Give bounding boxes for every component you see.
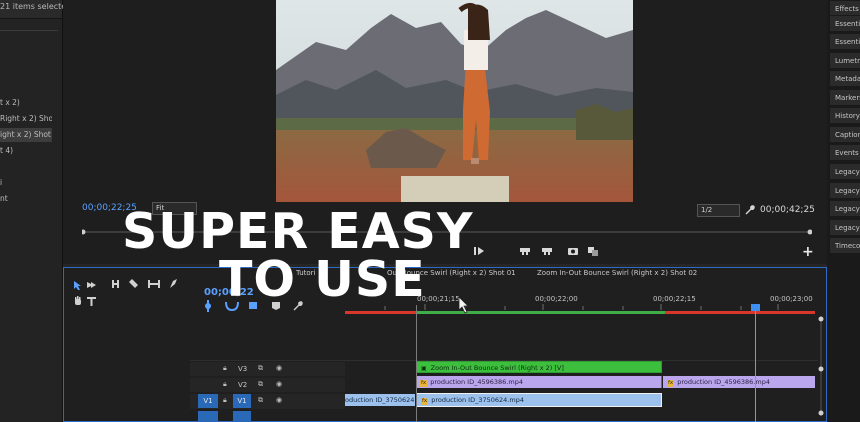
- camera-icon: [568, 248, 578, 255]
- project-panel: 21 items selected t x 2) Right x 2) Shot…: [0, 0, 71, 422]
- video-frame-image: [276, 0, 633, 202]
- compare-icon: [588, 247, 598, 256]
- sync-lock-icon[interactable]: ⧉: [258, 396, 263, 405]
- add-button-icon[interactable]: +: [802, 244, 814, 260]
- track-target-v1[interactable]: V1: [233, 394, 251, 408]
- type-tool-icon[interactable]: [86, 296, 97, 307]
- eye-icon[interactable]: ◉: [276, 396, 282, 404]
- track-label-v2: V2: [238, 381, 248, 389]
- clip-v2-a[interactable]: fx production ID_4596386.mp4: [416, 376, 662, 388]
- transport-controls: [474, 247, 598, 256]
- ruler-label: 00;00;22;15: [653, 295, 696, 303]
- fx-badge: fx: [421, 398, 429, 405]
- panel-tab-legacy-4[interactable]: Legacy: [830, 219, 860, 235]
- playhead-handle[interactable]: [751, 304, 760, 311]
- ruler-label: 00;00;23;00: [770, 295, 813, 303]
- sequence-tab-shot02[interactable]: Zoom In-Out Bounce Swirl (Right x 2) Sho…: [537, 269, 697, 277]
- track-target-a1[interactable]: [233, 411, 251, 422]
- video-preview: [276, 0, 633, 202]
- panel-tab-lumetri[interactable]: Lumetri: [830, 52, 860, 68]
- divider: [0, 30, 58, 31]
- wrench-icon[interactable]: [745, 205, 755, 215]
- panel-tab-legacy-3[interactable]: Legacy: [830, 200, 860, 216]
- project-list-item[interactable]: t 4): [0, 144, 52, 158]
- fx-badge: fx: [420, 380, 428, 387]
- track-area: 🔒︎ V3 ⧉ ◉ 🔒︎ V2 ⧉ ◉ V1 🔒︎ V1 ⧉ ◉ ▣ Zoom I…: [190, 320, 818, 422]
- sync-lock-icon[interactable]: ⧉: [258, 364, 263, 373]
- panel-tab-captions[interactable]: Captions: [830, 126, 860, 142]
- track-header-v2: [190, 378, 345, 392]
- panel-tab-essential-sound[interactable]: Essential: [830, 33, 860, 49]
- clip-v2-b[interactable]: fx production ID_4596386.mp4: [663, 376, 815, 388]
- clip-v1-left[interactable]: oduction ID_3750624.mp4: [345, 394, 415, 406]
- project-list-item[interactable]: i: [0, 176, 52, 190]
- track-label-v3: V3: [238, 365, 248, 373]
- hand-tool-icon[interactable]: [72, 296, 83, 307]
- panel-tab-metadata[interactable]: Metadat: [830, 70, 860, 86]
- panel-tab-markers[interactable]: Markers: [830, 89, 860, 105]
- source-patch-a1[interactable]: [198, 411, 218, 422]
- step-forward-icon: [474, 247, 484, 255]
- panel-tab-timecode[interactable]: Timeco: [830, 237, 860, 253]
- overwrite-icon: [542, 248, 552, 255]
- sync-lock-icon[interactable]: ⧉: [258, 380, 263, 389]
- lock-icon[interactable]: 🔒︎: [223, 364, 227, 373]
- selection-tool-icon[interactable]: [72, 280, 83, 291]
- panel-tab-history[interactable]: History: [830, 107, 860, 123]
- headline-line-2: TO USE: [219, 251, 426, 308]
- source-patch-v1[interactable]: V1: [198, 394, 218, 408]
- panel-tab-events[interactable]: Events: [830, 144, 860, 160]
- ripple-edit-icon: [112, 280, 119, 288]
- panel-tab-effects[interactable]: Effects: [830, 0, 860, 16]
- clip-adjustment-v3[interactable]: ▣ Zoom In-Out Bounce Swirl (Right x 2) [V…: [416, 361, 662, 373]
- program-duration: 00;00;42;25: [760, 205, 815, 215]
- tools-panel: [66, 274, 96, 334]
- insert-icon: [520, 248, 530, 255]
- scrub-start-handle: [82, 229, 86, 235]
- panel-tab-legacy-2[interactable]: Legacy: [830, 182, 860, 198]
- track-select-icon[interactable]: [86, 280, 97, 291]
- eye-icon[interactable]: ◉: [276, 380, 282, 388]
- fx-badge: fx: [667, 380, 675, 387]
- clip-label: oduction ID_3750624.mp4: [345, 396, 415, 404]
- items-selected-count: 21 items selected: [0, 2, 72, 11]
- clip-label: production ID_3750624.mp4: [431, 396, 524, 404]
- resolution-dropdown[interactable]: 1/2: [697, 204, 740, 217]
- edit-point-line: [416, 305, 417, 422]
- clip-icon: ▣: [421, 365, 427, 372]
- track-header-v3: [190, 362, 345, 376]
- panel-tab-essential-graphics[interactable]: Essential: [830, 15, 860, 31]
- timeline-vertical-scrollbar[interactable]: [818, 316, 824, 422]
- project-list-item[interactable]: t x 2): [0, 96, 52, 110]
- panel-tab-legacy-1[interactable]: Legacy: [830, 163, 860, 179]
- promo-headline: SUPER EASY TO USE: [122, 207, 473, 308]
- clip-label: Zoom In-Out Bounce Swirl (Right x 2) [V]: [430, 364, 564, 372]
- clip-label: production ID_4596386.mp4: [677, 378, 770, 386]
- playhead-line[interactable]: [755, 307, 756, 422]
- clip-v1-main[interactable]: fx production ID_3750624.mp4: [416, 393, 662, 407]
- scrub-end-handle: [807, 229, 812, 235]
- project-list-item[interactable]: Right x 2) Shot 01: [0, 112, 52, 126]
- lock-icon[interactable]: 🔒︎: [223, 396, 227, 405]
- project-list-item[interactable]: nt: [0, 192, 52, 206]
- ruler-label: 00;00;22;00: [535, 295, 578, 303]
- clip-label: production ID_4596386.mp4: [430, 378, 523, 386]
- eye-icon[interactable]: ◉: [276, 364, 282, 372]
- project-list-item-selected[interactable]: ight x 2) Shot 02: [0, 128, 52, 142]
- render-bar-green: [417, 311, 665, 314]
- lock-icon[interactable]: 🔒︎: [223, 380, 227, 389]
